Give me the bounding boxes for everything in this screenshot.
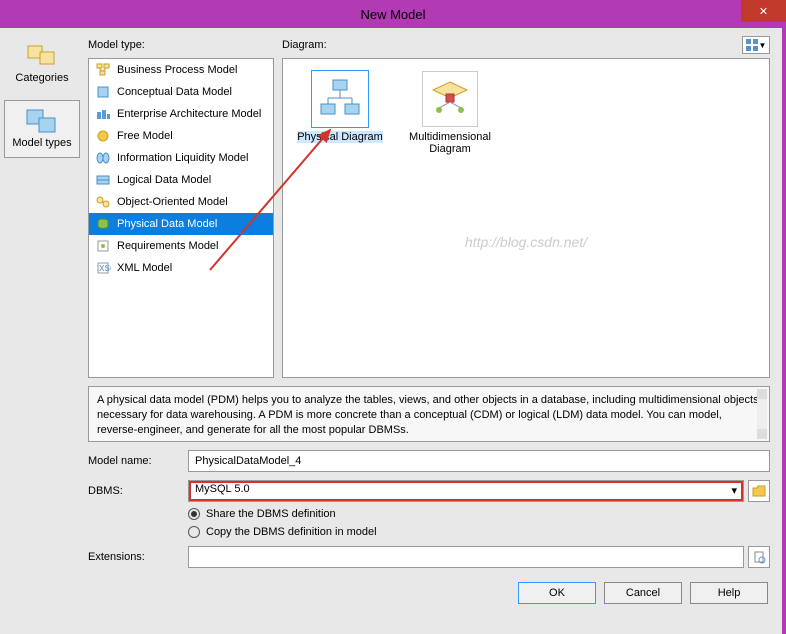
radio-icon [188,508,200,520]
chevron-down-icon: ▾ [731,484,737,497]
radio-share[interactable]: Share the DBMS definition [188,508,770,520]
list-item-label: Enterprise Architecture Model [117,108,261,120]
list-item: Free Model [89,125,273,147]
list-item-label: Requirements Model [117,240,219,252]
categories-label: Categories [15,72,68,84]
document-icon [752,550,766,564]
title-bar: New Model ✕ [0,0,786,28]
help-button[interactable]: Help [690,582,768,604]
panels-row: Business Process Model Conceptual Data M… [88,58,770,378]
watermark: http://blog.csdn.net/ [465,234,587,250]
diagram-header: Diagram: [282,39,734,51]
browse-dbms-button[interactable] [748,480,770,502]
dialog-buttons: OK Cancel Help [88,582,770,604]
model-icon [95,151,111,165]
scrollbar[interactable] [757,389,767,439]
svg-text:xsd: xsd [99,262,111,274]
close-icon: ✕ [759,5,768,18]
list-item: Logical Data Model [89,169,273,191]
model-types-icon [26,109,58,133]
list-item: Object-Oriented Model [89,191,273,213]
radio-copy[interactable]: Copy the DBMS definition in model [188,526,770,538]
model-icon [95,195,111,209]
list-item: Requirements Model [89,235,273,257]
model-icon [95,107,111,121]
list-item-selected: Physical Data Model [89,213,273,235]
headers-row: Model type: Diagram: ▼ [88,36,770,54]
physical-diagram-icon [319,78,361,120]
list-item-label: Information Liquidity Model [117,152,248,164]
chevron-down-icon: ▼ [759,41,767,50]
multidim-diagram-icon [429,78,471,120]
cancel-button[interactable]: Cancel [604,582,682,604]
radio-label: Copy the DBMS definition in model [206,526,377,538]
list-item-label: Business Process Model [117,64,237,76]
extensions-input[interactable] [188,546,744,568]
list-item-label: Conceptual Data Model [117,86,232,98]
ok-button[interactable]: OK [518,582,596,604]
close-button[interactable]: ✕ [741,0,786,22]
dbms-label: DBMS: [88,485,184,497]
model-icon: xsd [95,261,111,275]
show-extensions-button[interactable] [748,546,770,568]
list-item-label: XML Model [117,262,172,274]
left-navigation: Categories Model types [0,28,84,634]
extensions-label: Extensions: [88,551,184,563]
model-name-label: Model name: [88,455,184,467]
description-box: A physical data model (PDM) helps you to… [88,386,770,442]
model-type-list[interactable]: Business Process Model Conceptual Data M… [88,58,274,378]
diagram-label: Multidimensional Diagram [405,131,495,155]
view-mode-button[interactable]: ▼ [742,36,770,54]
diagram-label: Physical Diagram [297,131,383,143]
model-icon [95,85,111,99]
model-type-header: Model type: [88,39,274,51]
list-item: xsd XML Model [89,257,273,279]
main-area: Categories Model types Model type: Diagr… [0,28,786,634]
model-name-input[interactable] [188,450,770,472]
model-icon [95,173,111,187]
model-icon [95,217,111,231]
content-area: Model type: Diagram: ▼ Business Process … [84,28,786,634]
dbms-row: DBMS: MySQL 5.0 ▾ [88,480,770,502]
annotation-highlight [189,481,743,501]
dbms-value: MySQL 5.0 [195,483,250,495]
radio-label: Share the DBMS definition [206,508,336,520]
model-icon [95,63,111,77]
model-icon [95,129,111,143]
list-item: Business Process Model [89,59,273,81]
diagram-panel: Physical Diagram Multidimensional Diagra… [282,58,770,378]
grid-icon [746,39,758,51]
dbms-select[interactable]: MySQL 5.0 ▾ [188,480,744,502]
diagram-item-physical[interactable]: Physical Diagram [295,71,385,143]
list-item-label: Free Model [117,130,173,142]
window-title: New Model [360,7,425,22]
categories-icon [26,44,58,68]
list-item-label: Object-Oriented Model [117,196,228,208]
list-item-label: Logical Data Model [117,174,211,186]
radio-icon [188,526,200,538]
extensions-row: Extensions: [88,546,770,568]
model-types-label: Model types [12,137,71,149]
model-types-tab[interactable]: Model types [4,100,80,158]
categories-tab[interactable]: Categories [4,36,80,92]
folder-icon [752,484,766,498]
list-item: Information Liquidity Model [89,147,273,169]
list-item-label: Physical Data Model [117,218,217,230]
list-item: Enterprise Architecture Model [89,103,273,125]
model-icon [95,239,111,253]
diagram-item-multidim[interactable]: Multidimensional Diagram [405,71,495,155]
model-name-row: Model name: [88,450,770,472]
description-text: A physical data model (PDM) helps you to… [97,394,759,436]
list-item: Conceptual Data Model [89,81,273,103]
